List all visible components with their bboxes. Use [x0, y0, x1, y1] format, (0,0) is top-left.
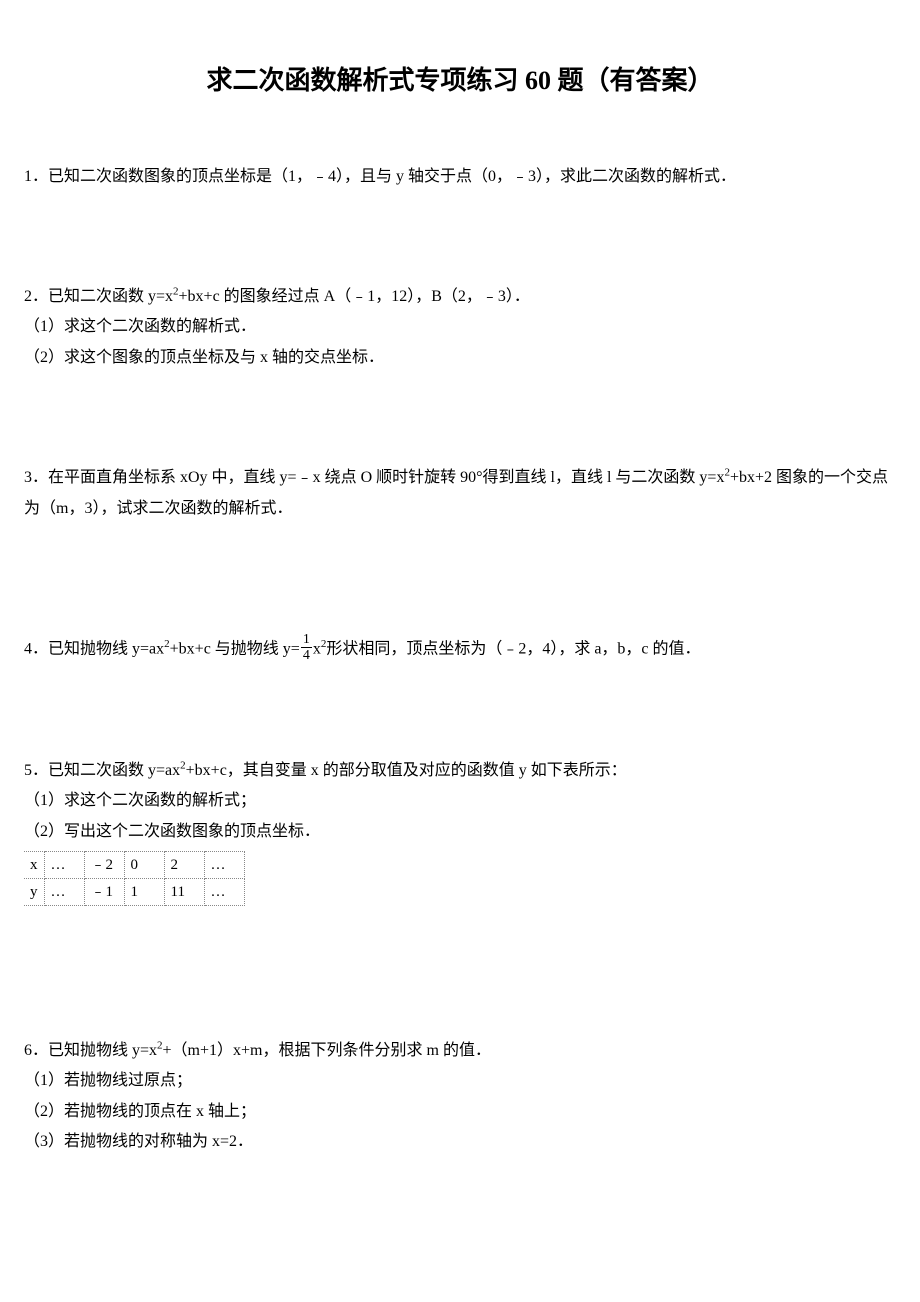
problem-6-line1: 6．已知抛物线 y=x2+（m+1）x+m，根据下列条件分别求 m 的值． [24, 1036, 896, 1066]
text-fragment: +bx+c，其自变量 x 的部分取值及对应的函数值 y 如下表所示： [186, 762, 627, 779]
table-cell: y [24, 878, 44, 905]
text-fragment: x [313, 641, 321, 658]
table-row: x … ﹣2 0 2 … [24, 851, 244, 878]
problem-2: 2．已知二次函数 y=x2+bx+c 的图象经过点 A（﹣1，12），B（2，﹣… [24, 282, 896, 373]
data-table: x … ﹣2 0 2 … y … ﹣1 1 11 … [24, 851, 245, 906]
problem-6: 6．已知抛物线 y=x2+（m+1）x+m，根据下列条件分别求 m 的值． （1… [24, 1036, 896, 1158]
fraction-numerator: 1 [301, 632, 312, 648]
problem-3: 3．在平面直角坐标系 xOy 中，直线 y=﹣x 绕点 O 顺时针旋转 90°得… [24, 463, 896, 524]
text-fragment: 形状相同，顶点坐标为（﹣2，4），求 a，b，c 的值． [326, 641, 700, 658]
problem-2-line1: 2．已知二次函数 y=x2+bx+c 的图象经过点 A（﹣1，12），B（2，﹣… [24, 282, 896, 312]
text-fragment: 4．已知抛物线 y=ax [24, 641, 164, 658]
table-cell: … [204, 851, 244, 878]
table-cell: 11 [164, 878, 204, 905]
table-cell: 0 [124, 851, 164, 878]
table-cell: … [44, 851, 84, 878]
table-cell: 1 [124, 878, 164, 905]
table-cell: … [204, 878, 244, 905]
page-title: 求二次函数解析式专项练习 60 题（有答案） [24, 60, 896, 102]
table-cell: … [44, 878, 84, 905]
problem-6-line2: （1）若抛物线过原点； [24, 1066, 896, 1096]
table-cell: ﹣1 [84, 878, 124, 905]
text-fragment: 6．已知抛物线 y=x [24, 1042, 157, 1059]
problem-6-line4: （3）若抛物线的对称轴为 x=2． [24, 1127, 896, 1157]
text-fragment: y= [283, 641, 300, 658]
problem-1: 1．已知二次函数图象的顶点坐标是（1，﹣4），且与 y 轴交于点（0，﹣3），求… [24, 162, 896, 192]
problem-5: 5．已知二次函数 y=ax 2 +bx+c，其自变量 x 的部分取值及对应的函数值 … [24, 756, 896, 906]
problem-5-line2: （1）求这个二次函数的解析式； [24, 786, 896, 816]
fraction-denominator: 4 [301, 648, 312, 663]
problem-2-line2: （1）求这个二次函数的解析式． [24, 312, 896, 342]
text-fragment: +bx+c 的图象经过点 A（﹣1，12），B（2，﹣3）． [179, 288, 530, 305]
problem-6-line3: （2）若抛物线的顶点在 x 轴上； [24, 1097, 896, 1127]
text-fragment: 2．已知二次函数 y=x [24, 288, 173, 305]
table-cell: ﹣2 [84, 851, 124, 878]
problem-2-line3: （2）求这个图象的顶点坐标及与 x 轴的交点坐标． [24, 343, 896, 373]
problem-5-line3: （2）写出这个二次函数图象的顶点坐标． [24, 817, 896, 847]
problem-4: 4．已知抛物线 y=ax2+bx+c 与抛物线 y=14x2形状相同，顶点坐标为… [24, 634, 896, 666]
text-fragment: 3．在平面直角坐标系 xOy 中，直线 y=﹣x 绕点 O 顺时针旋转 90°得… [24, 469, 724, 486]
table-cell: x [24, 851, 44, 878]
table-row: y … ﹣1 1 11 … [24, 878, 244, 905]
problem-3-text: 3．在平面直角坐标系 xOy 中，直线 y=﹣x 绕点 O 顺时针旋转 90°得… [24, 463, 896, 524]
problem-4-text: 4．已知抛物线 y=ax2+bx+c 与抛物线 y=14x2形状相同，顶点坐标为… [24, 634, 896, 666]
text-fragment: 5．已知二次函数 y=ax [24, 762, 180, 779]
problem-5-line1: 5．已知二次函数 y=ax2+bx+c，其自变量 x 的部分取值及对应的函数值 … [24, 756, 896, 786]
text-fragment: +（m+1）x+m，根据下列条件分别求 m 的值． [163, 1042, 491, 1059]
table-cell: 2 [164, 851, 204, 878]
text-fragment: +bx+c 与抛物线 [170, 641, 283, 658]
problem-1-text: 1．已知二次函数图象的顶点坐标是（1，﹣4），且与 y 轴交于点（0，﹣3），求… [24, 162, 896, 192]
fraction: 14 [301, 632, 312, 664]
